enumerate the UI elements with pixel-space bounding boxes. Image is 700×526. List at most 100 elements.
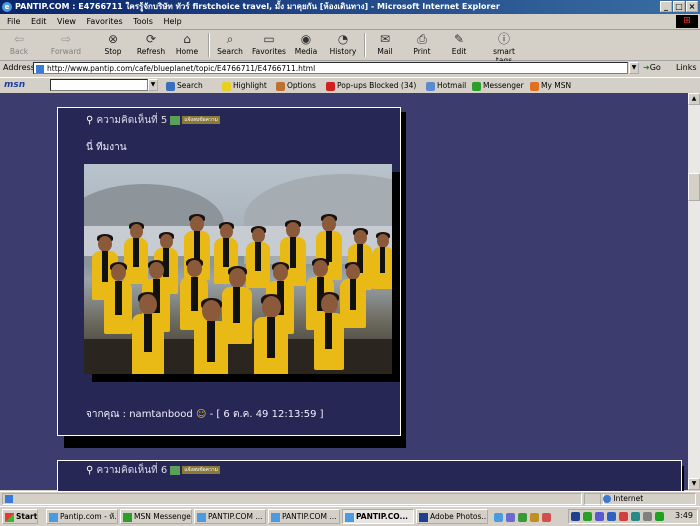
tray-icon[interactable] (619, 512, 628, 521)
menu-favorites[interactable]: Favorites (83, 14, 127, 29)
magnifier-icon: ⚲ (86, 115, 94, 126)
options-button[interactable]: Options (276, 78, 316, 93)
clock[interactable]: 3:49 (675, 511, 693, 520)
report-badge[interactable]: แจ้งลบข้อความ (182, 116, 220, 124)
envelope-icon[interactable] (170, 115, 181, 125)
ie-icon (197, 512, 206, 522)
info-icon: ⓘ (497, 32, 510, 46)
windows-logo-icon: ⊞ (676, 15, 698, 28)
task-msn-messenger[interactable]: MSN Messenger (120, 509, 192, 524)
mail-icon: ✉ (379, 32, 391, 46)
task-photoshop[interactable]: Adobe Photos... (416, 509, 488, 524)
close-icon[interactable]: × (686, 1, 698, 12)
tray-icon[interactable] (571, 512, 580, 521)
group-photo (84, 164, 392, 374)
popups-blocked-button[interactable]: Pop-ups Blocked (34) (326, 78, 416, 93)
quicklaunch-icon[interactable] (506, 513, 515, 522)
links-button[interactable]: Links (676, 63, 697, 72)
refresh-button[interactable]: ⟳ Refresh (134, 31, 168, 59)
messenger-button[interactable]: Messenger (472, 78, 524, 93)
msn-toolbar: msn ▼ Search Highlight Options Pop-ups B… (0, 77, 700, 93)
forward-button[interactable]: ⇨ Forward (48, 31, 84, 59)
search-button[interactable]: ⌕ Search (214, 31, 246, 59)
media-button[interactable]: ◉ Media (292, 31, 320, 59)
smiley-icon: ☺ (195, 409, 207, 420)
toolbar-separator (208, 33, 210, 57)
ie-logo-icon: e (2, 1, 12, 12)
system-tray: 3:49 (568, 509, 698, 524)
tray-icon[interactable] (595, 512, 604, 521)
quicklaunch-icon[interactable] (494, 513, 503, 522)
back-arrow-icon: ⇦ (13, 32, 25, 46)
toolbar-separator (364, 33, 366, 57)
scroll-down-icon[interactable]: ▼ (688, 478, 700, 490)
home-icon: ⌂ (183, 32, 191, 46)
edit-button[interactable]: ✎ Edit (444, 31, 474, 59)
menu-tools[interactable]: Tools (129, 14, 157, 29)
magnifier-icon: ⚲ (86, 465, 94, 476)
windows-flag-icon (5, 512, 14, 522)
globe-icon (603, 495, 611, 503)
scroll-thumb[interactable] (688, 173, 700, 201)
start-button[interactable]: Start (2, 509, 38, 524)
msn-search-input[interactable] (50, 79, 148, 91)
vertical-scrollbar[interactable]: ▲ ▼ (688, 93, 700, 490)
address-input[interactable]: http://www.pantip.com/cafe/blueplanet/to… (33, 62, 628, 74)
msn-search-button[interactable]: Search (166, 78, 203, 93)
minimize-icon[interactable]: _ (660, 1, 672, 12)
task-pantip-3[interactable]: PANTIP.COM ... (268, 509, 340, 524)
task-pantip-1[interactable]: Pantip.com - ห้... (46, 509, 118, 524)
comment-5-header: ⚲ ความคิดเห็นที่ 5 แจ้งลบข้อความ (86, 115, 220, 126)
favorites-button[interactable]: ▭ Favorites (250, 31, 288, 59)
home-button[interactable]: ⌂ Home (172, 31, 202, 59)
tray-icon[interactable] (631, 512, 640, 521)
forward-arrow-icon: ⇨ (60, 32, 72, 46)
quicklaunch-icon[interactable] (542, 513, 551, 522)
hotmail-button[interactable]: Hotmail (426, 78, 466, 93)
quicklaunch-icon[interactable] (530, 513, 539, 522)
window-titlebar[interactable]: e PANTIP.COM : E4766711 ใครรู้จักบริษัท ท… (0, 0, 700, 14)
msn-search-dropdown-icon[interactable]: ▼ (148, 79, 158, 91)
ie-icon (49, 512, 58, 522)
my-msn-icon (530, 81, 539, 91)
window-title: PANTIP.COM : E4766711 ใครรู้จักบริษัท ทั… (15, 2, 500, 11)
back-button[interactable]: ⇦ Back (4, 31, 34, 59)
status-text (2, 493, 582, 505)
menu-file[interactable]: File (3, 14, 24, 29)
magnifier-icon (166, 81, 175, 91)
menu-help[interactable]: Help (159, 14, 185, 29)
tray-icon[interactable] (607, 512, 616, 521)
standard-toolbar: ⇦ Back ⇨ Forward ⊗ Stop ⟳ Refresh ⌂ Home ⌕ Sea… (0, 30, 700, 65)
media-icon: ◉ (300, 32, 312, 46)
mail-button[interactable]: ✉ Mail (370, 31, 400, 59)
address-url: http://www.pantip.com/cafe/blueplanet/to… (47, 64, 316, 73)
report-badge[interactable]: แจ้งลบข้อความ (182, 466, 220, 474)
smart-tags-button[interactable]: ⓘsmart tags (484, 31, 524, 65)
printer-icon: ⎙ (417, 32, 427, 46)
maximize-icon[interactable]: □ (673, 1, 685, 12)
scroll-up-icon[interactable]: ▲ (688, 93, 700, 105)
tray-icon[interactable] (583, 512, 592, 521)
task-pantip-active[interactable]: PANTIP.CO... (342, 509, 414, 524)
address-dropdown-icon[interactable]: ▼ (629, 62, 639, 74)
options-icon (276, 81, 285, 91)
task-pantip-2[interactable]: PANTIP.COM ... (194, 509, 266, 524)
go-button[interactable]: ➜Go (643, 63, 661, 72)
my-msn-button[interactable]: My MSN (530, 78, 571, 93)
print-button[interactable]: ⎙ Print (408, 31, 436, 59)
volume-icon[interactable] (643, 512, 652, 521)
menu-edit[interactable]: Edit (27, 14, 51, 29)
history-button[interactable]: ◔ History (328, 31, 358, 59)
stop-button[interactable]: ⊗ Stop (98, 31, 128, 59)
envelope-icon[interactable] (170, 465, 181, 475)
menu-bar: File Edit View Favorites Tools Help (0, 14, 700, 30)
tray-icon[interactable] (655, 512, 664, 521)
zone-pane: Internet (600, 493, 696, 505)
comment-5-footer: จากคุณ : namtanbood ☺ - [ 6 ต.ค. 49 12:1… (86, 409, 324, 420)
quicklaunch-icon[interactable] (518, 513, 527, 522)
menu-view[interactable]: View (53, 14, 80, 29)
messenger-icon (472, 81, 481, 91)
search-icon: ⌕ (226, 32, 234, 46)
highlight-button[interactable]: Highlight (222, 78, 267, 93)
msn-logo: msn (4, 80, 26, 90)
